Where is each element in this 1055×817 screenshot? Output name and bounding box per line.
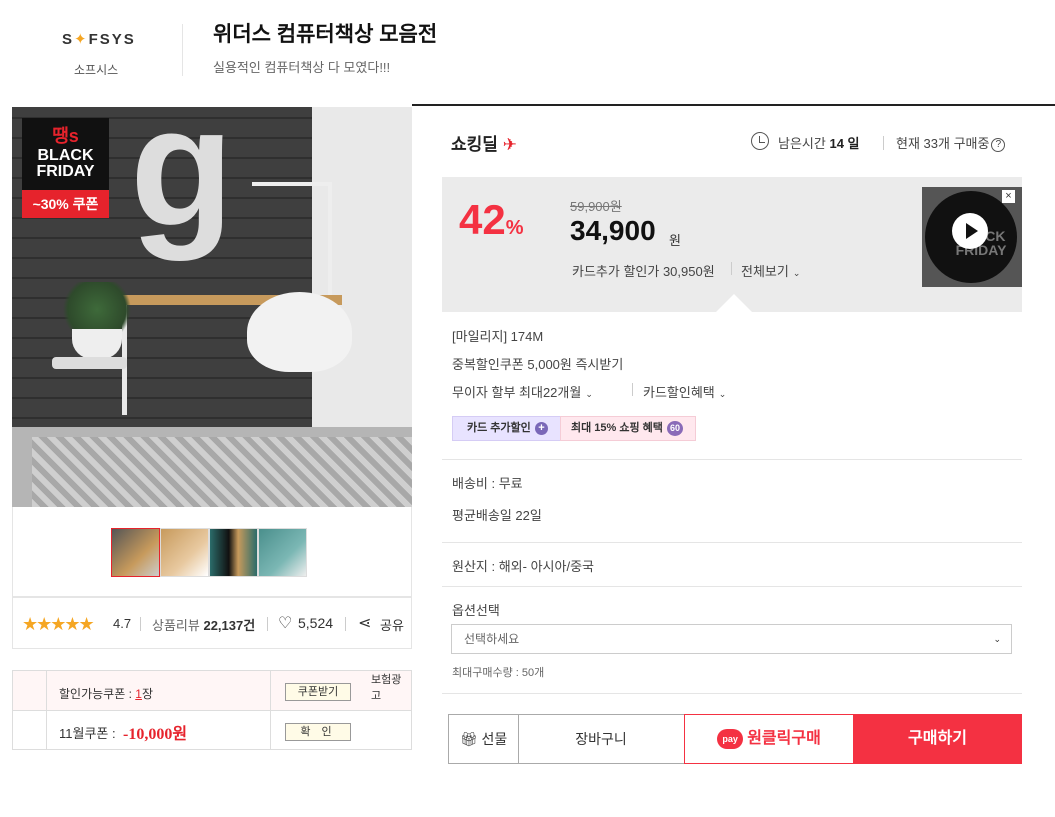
store-subtitle: 실용적인 컴퓨터책상 다 모였다!!!: [213, 60, 391, 75]
brand-logo[interactable]: S✦FSYS: [62, 30, 136, 48]
pay-icon: pay: [717, 728, 744, 749]
gift-button[interactable]: 🎁︎ 선물: [448, 714, 519, 764]
review-link[interactable]: 상품리뷰 22,137건: [152, 615, 255, 634]
brand-name[interactable]: 소프시스: [74, 61, 118, 78]
play-icon[interactable]: [952, 213, 988, 249]
close-icon[interactable]: ×: [1002, 190, 1015, 203]
discount-rate: 42%: [459, 196, 524, 243]
like-count: 5,524: [298, 615, 334, 631]
thumbnail-4[interactable]: [258, 528, 307, 577]
deal-mark-icon: ✈: [502, 135, 517, 154]
original-price: 59,900원: [570, 199, 622, 214]
purchase-buttons: 🎁︎ 선물 장바구니 pay 원클릭구매 구매하기: [448, 714, 1022, 764]
chevron-down-icon: ⌄: [792, 268, 801, 278]
store-title[interactable]: 위더스 컴퓨터책상 모음전: [213, 18, 437, 48]
origin-info: 원산지 : 해외- 아시아/중국: [452, 559, 594, 574]
get-coupon-button[interactable]: 쿠폰받기: [285, 683, 351, 701]
rating-value: 4.7: [113, 616, 132, 631]
store-header: S✦FSYS 소프시스 위더스 컴퓨터책상 모음전 실용적인 컴퓨터책상 다 모…: [0, 0, 1055, 105]
gift-icon: 🎁︎: [459, 731, 478, 747]
shipping-fee: 배송비 : 무료: [452, 476, 523, 491]
heart-icon[interactable]: ♡: [278, 613, 292, 633]
sale-price: 34,900: [570, 215, 656, 246]
confirm-button[interactable]: 확 인: [285, 723, 351, 741]
chevron-down-icon: ⌄: [718, 389, 727, 399]
clock-icon: [751, 132, 769, 150]
thumbnail-3[interactable]: [209, 528, 258, 577]
insurance-ad-label[interactable]: 보험광고: [371, 671, 411, 703]
benefit-count-badge: 60: [667, 421, 683, 436]
chevron-down-icon: ⌄: [993, 634, 1001, 644]
sale-price-unit: 원: [669, 233, 681, 248]
cart-button[interactable]: 장바구니: [518, 714, 685, 764]
buy-button[interactable]: 구매하기: [853, 714, 1022, 764]
november-coupon-price: -10,000원: [123, 726, 188, 743]
remaining-time: 남은시간 14 일: [778, 136, 860, 151]
avg-delivery: 평균배송일 22일: [452, 508, 542, 523]
coupon-table: 할인가능쿠폰 : 1장 쿠폰받기 보험광고 11월쿠폰 : -10,000원 확…: [12, 670, 412, 750]
available-coupon-label: 할인가능쿠폰 : 1장: [59, 687, 153, 701]
card-discount-price: 카드추가 할인가 30,950원: [572, 264, 715, 279]
share-button[interactable]: 공유: [380, 615, 404, 634]
option-title: 옵션선택: [452, 603, 500, 618]
card-extra-discount-badge[interactable]: 카드 추가할인 +: [452, 416, 561, 441]
promo-coupon-label: ~30% 쿠폰: [22, 190, 109, 218]
share-icon[interactable]: ⋖: [358, 613, 371, 633]
shocking-deal-logo: 쇼킹딜 ✈: [451, 135, 517, 154]
view-all-button[interactable]: 전체보기 ⌄: [741, 261, 800, 280]
shopping-benefit-badge[interactable]: 최대 15% 쇼핑 혜택 60: [560, 416, 696, 441]
buying-count[interactable]: 현재 33개 구매중?: [896, 133, 1006, 152]
chevron-down-icon: ⌄: [585, 389, 593, 399]
plus-icon: +: [535, 422, 548, 435]
thumbnail-1[interactable]: [111, 528, 160, 577]
november-coupon-label: 11월쿠폰 :: [59, 726, 116, 741]
header-divider-line: [412, 104, 1055, 106]
header-divider: [182, 24, 183, 76]
help-icon[interactable]: ?: [991, 137, 1006, 152]
logo-star-icon: ✦: [74, 31, 89, 48]
duplicate-coupon-link[interactable]: 중복할인쿠폰 5,000원 즉시받기: [452, 354, 623, 373]
option-select[interactable]: 선택하세요 ⌄: [451, 624, 1012, 654]
video-thumbnail[interactable]: BLACK FRIDAY ×: [922, 187, 1022, 287]
thumbnail-2[interactable]: [160, 528, 209, 577]
installment-dropdown[interactable]: 무이자 할부 최대22개월 ⌄: [452, 382, 593, 401]
mileage-info: [마일리지] 174M: [452, 329, 544, 344]
black-friday-badge: 땡s BLACK FRIDAY ~30% 쿠폰: [22, 118, 109, 218]
max-purchase-qty: 최대구매수량 : 50개: [452, 667, 545, 679]
card-benefit-dropdown[interactable]: 카드할인혜택 ⌄: [643, 382, 726, 401]
thumbnail-list: [111, 528, 307, 577]
oneclick-buy-button[interactable]: pay 원클릭구매: [684, 714, 854, 764]
star-rating-icon: ★★★★★: [22, 614, 95, 634]
